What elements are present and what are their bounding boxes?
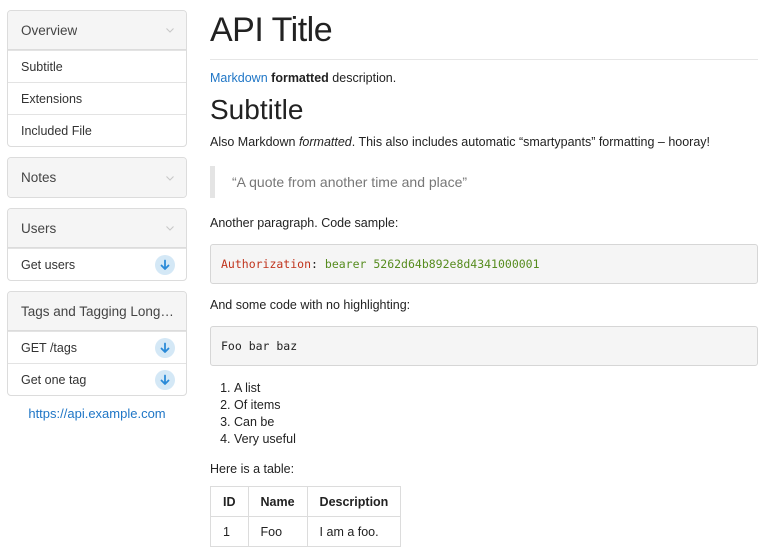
blockquote: “A quote from another time and place” (210, 166, 758, 198)
list-item: Of items (234, 397, 758, 414)
sidebar-group-tags: Tags and Tagging Long Ti... GET /tags Ge… (7, 291, 187, 396)
sidebar-item-label: Get one tag (21, 372, 87, 387)
sidebar-item-extensions[interactable]: Extensions (8, 82, 186, 114)
paragraph: And some code with no highlighting: (210, 298, 411, 312)
list-item: Can be (234, 414, 758, 431)
sidebar-header-notes[interactable]: Notes (8, 158, 186, 197)
markdown-link[interactable]: Markdown (210, 71, 268, 85)
sidebar-item-subtitle[interactable]: Subtitle (8, 50, 186, 82)
sidebar-item-included-file[interactable]: Included File (8, 114, 186, 146)
sidebar-item-label: Extensions (21, 91, 83, 106)
code-token-key: Authorization (221, 257, 312, 271)
table-header-cell: ID (210, 486, 249, 517)
base-url-link[interactable]: https://api.example.com (7, 406, 187, 421)
sidebar-item-get-users[interactable]: Get users (8, 248, 186, 280)
sidebar-item-get-tags[interactable]: GET /tags (8, 331, 186, 363)
sidebar-header-label: Notes (21, 170, 57, 185)
paragraph: Here is a table: (210, 462, 295, 476)
sidebar-header-label: Tags and Tagging Long Ti... (21, 303, 176, 319)
paragraph: Another paragraph. Code sample: (210, 216, 399, 230)
chevron-down-icon (166, 175, 174, 181)
table-cell: Foo (247, 516, 308, 547)
chevron-down-icon (166, 28, 174, 33)
sidebar-header-label: Overview (21, 22, 78, 38)
sidebar-header-tags[interactable]: Tags and Tagging Long Ti... (8, 292, 186, 331)
arrow-down-icon[interactable] (155, 369, 175, 390)
page-title: API Title (210, 12, 758, 60)
bold-text: formatted (271, 71, 329, 85)
sidebar-item-label: Get users (21, 257, 76, 272)
table-row: 1 Foo I am a foo. (210, 516, 402, 547)
emphasis-text: formatted (298, 135, 352, 149)
sidebar-group-notes: Notes (7, 157, 187, 198)
arrow-down-icon[interactable] (155, 337, 175, 358)
sidebar-item-label: Included File (21, 123, 92, 138)
sidebar: Overview Subtitle Extensions Included Fi… (7, 10, 187, 421)
code-block-highlighted: Authorization: bearer 5262d64b892e8d4341… (210, 244, 758, 284)
sidebar-item-label: GET /tags (21, 340, 78, 355)
table-header-row: ID Name Description (210, 486, 402, 517)
ordered-list: A list Of items Can be Very useful (210, 380, 758, 448)
sidebar-header-users[interactable]: Users (8, 209, 186, 248)
data-table: ID Name Description 1 Foo I am a foo. (210, 486, 402, 547)
paragraph-text: Also Markdown (210, 135, 299, 149)
paragraph-text: . This also includes automatic “smartypa… (351, 135, 711, 149)
arrow-down-icon[interactable] (155, 254, 175, 275)
code-token-value: bearer 5262d64b892e8d4341000001 (324, 257, 540, 271)
code-token-punct: : (311, 257, 318, 271)
table-cell: 1 (210, 516, 249, 547)
sidebar-item-label: Subtitle (21, 59, 63, 74)
list-item: Very useful (234, 431, 758, 448)
list-item: A list (234, 380, 758, 397)
paragraph: Also Markdown formatted. This also inclu… (210, 135, 758, 149)
description-text: description. (332, 71, 397, 85)
table-header-cell: Description (306, 486, 402, 517)
table-header-cell: Name (247, 486, 308, 517)
chevron-down-icon (166, 226, 174, 231)
api-description: Markdown formatted description. (210, 71, 758, 85)
sidebar-group-overview: Overview Subtitle Extensions Included Fi… (7, 10, 187, 147)
sidebar-item-get-one-tag[interactable]: Get one tag (8, 363, 186, 395)
code-block-plain: Foo bar baz (210, 326, 758, 366)
sidebar-header-label: Users (21, 220, 57, 236)
sidebar-header-overview[interactable]: Overview (8, 11, 186, 50)
table-cell: I am a foo. (306, 516, 402, 547)
section-heading: Subtitle (210, 94, 304, 125)
main-content: API Title Markdown formatted description… (210, 0, 758, 547)
sidebar-group-users: Users Get users (7, 208, 187, 281)
